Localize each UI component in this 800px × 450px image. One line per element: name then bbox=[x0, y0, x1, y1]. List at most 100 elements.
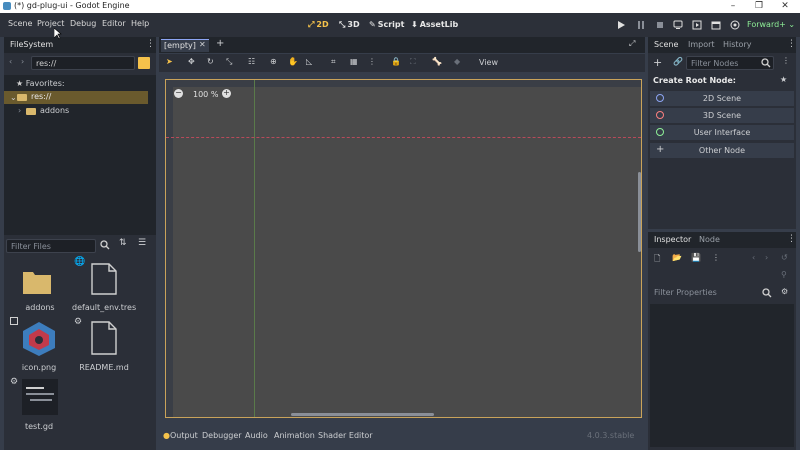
view-menu[interactable]: View bbox=[479, 58, 498, 67]
file-item-default-env[interactable]: 🌐 default_env.tres bbox=[72, 257, 136, 312]
file-item-readme[interactable]: ⚙ README.md bbox=[74, 317, 134, 372]
workspace-assetlib-button[interactable]: ⬇ AssetLib bbox=[411, 20, 458, 29]
new-resource-icon[interactable]: 🗋 bbox=[654, 253, 660, 267]
ruler-tool-icon[interactable]: ◺ bbox=[306, 57, 312, 66]
pan-tool-icon[interactable]: ✋ bbox=[288, 57, 298, 66]
inspector-content bbox=[650, 304, 794, 447]
history-icon[interactable]: ↺ bbox=[781, 253, 788, 262]
resource-menu-icon[interactable]: ⋮ bbox=[712, 253, 720, 262]
zoom-level[interactable]: 100 % bbox=[193, 90, 218, 99]
kebab-menu-icon[interactable]: ⋮ bbox=[146, 39, 155, 49]
search-icon[interactable] bbox=[100, 240, 110, 250]
scale-tool-icon[interactable]: ⤡ bbox=[226, 57, 232, 67]
zoom-in-button[interactable]: + bbox=[222, 89, 231, 98]
path-field[interactable]: res:// bbox=[31, 56, 135, 70]
create-3d-scene-button[interactable]: 3D Scene bbox=[650, 108, 794, 123]
movie-maker-button[interactable] bbox=[729, 19, 741, 31]
pause-button[interactable] bbox=[635, 19, 647, 31]
file-item-icon-png[interactable]: icon.png bbox=[10, 317, 64, 372]
audio-tab[interactable]: Audio bbox=[245, 431, 268, 440]
favorites-row[interactable]: ★ Favorites: bbox=[16, 79, 65, 88]
run-custom-scene-button[interactable] bbox=[710, 19, 722, 31]
history-back-icon[interactable]: ‹ bbox=[752, 253, 755, 262]
favorite-star-icon[interactable]: ★ bbox=[780, 75, 787, 84]
filter-files-input[interactable]: Filter Files bbox=[6, 239, 96, 253]
minimize-button[interactable]: – bbox=[720, 0, 746, 13]
remote-debug-button[interactable] bbox=[672, 19, 684, 31]
menu-help[interactable]: Help bbox=[131, 19, 149, 28]
create-other-node-button[interactable]: + Other Node bbox=[650, 143, 794, 158]
maximize-button[interactable]: ❐ bbox=[746, 0, 772, 13]
grid-snap-icon[interactable]: ▦ bbox=[350, 57, 358, 66]
menu-project[interactable]: Project bbox=[37, 19, 64, 28]
folder-icon bbox=[17, 94, 27, 101]
pivot-tool-icon[interactable]: ⊕ bbox=[270, 57, 277, 66]
scene-tab-empty[interactable]: [empty] ✕ bbox=[161, 39, 209, 52]
split-mode-icon[interactable] bbox=[138, 57, 150, 69]
list-view-icon[interactable]: ☰ bbox=[138, 238, 146, 248]
create-2d-scene-button[interactable]: 2D Scene bbox=[650, 91, 794, 106]
menu-debug[interactable]: Debug bbox=[70, 19, 96, 28]
file-icon bbox=[91, 263, 117, 295]
horizontal-scrollbar[interactable] bbox=[291, 413, 434, 416]
vertical-scrollbar[interactable] bbox=[638, 172, 641, 252]
filter-properties-input[interactable]: Filter Properties bbox=[650, 286, 774, 300]
add-node-icon[interactable]: + bbox=[653, 56, 662, 69]
scene-menu-icon[interactable]: ⋮ bbox=[782, 56, 790, 65]
close-window-button[interactable]: ✕ bbox=[772, 0, 798, 13]
window-title-bar: (*) gd-plug-ui - Godot Engine – ❐ ✕ bbox=[0, 0, 800, 13]
stop-button[interactable] bbox=[654, 19, 666, 31]
zoom-out-button[interactable]: − bbox=[174, 89, 183, 98]
create-user-interface-button[interactable]: User Interface bbox=[650, 125, 794, 140]
group-icon[interactable]: ⛶ bbox=[410, 57, 416, 67]
output-tab[interactable]: ●Output bbox=[163, 431, 198, 440]
menu-editor[interactable]: Editor bbox=[102, 19, 126, 28]
select-tool-icon[interactable]: ➤ bbox=[166, 57, 173, 66]
canvas-viewport[interactable]: − 100 % + bbox=[165, 79, 642, 418]
debugger-tab[interactable]: Debugger bbox=[202, 431, 242, 440]
tab-history[interactable]: History bbox=[723, 40, 751, 49]
animation-tab[interactable]: Animation bbox=[274, 431, 315, 440]
link-icon[interactable]: 🔗 bbox=[673, 57, 683, 66]
file-item-addons[interactable]: addons bbox=[22, 267, 58, 312]
shader-editor-tab[interactable]: Shader Editor bbox=[318, 431, 373, 440]
node-icon[interactable]: ⚲ bbox=[781, 270, 787, 279]
run-current-scene-button[interactable] bbox=[691, 19, 703, 31]
add-tab-icon[interactable]: + bbox=[216, 38, 224, 49]
warning-dot-icon: ● bbox=[163, 431, 170, 440]
distraction-free-icon[interactable]: ⤢ bbox=[629, 39, 635, 49]
list-select-icon[interactable]: ☷ bbox=[248, 57, 255, 66]
open-resource-icon[interactable]: 📂 bbox=[672, 253, 682, 262]
close-tab-icon[interactable]: ✕ bbox=[199, 40, 206, 49]
workspace-2d-button[interactable]: ⤢ 2D bbox=[308, 20, 329, 30]
skeleton-icon[interactable]: ◆ bbox=[454, 57, 460, 66]
move-tool-icon[interactable]: ✥ bbox=[188, 57, 195, 66]
workspace-3d-button[interactable]: ⤡ 3D bbox=[339, 20, 360, 30]
history-forward-icon[interactable]: › bbox=[765, 253, 768, 262]
tree-item-addons[interactable]: › addons bbox=[4, 105, 148, 118]
forward-arrow-icon[interactable]: › bbox=[21, 57, 24, 66]
run-project-button[interactable] bbox=[615, 19, 627, 31]
sort-icon[interactable]: ⇅ bbox=[119, 238, 127, 248]
kebab-menu-icon[interactable]: ⋮ bbox=[787, 234, 796, 244]
rotate-tool-icon[interactable]: ↻ bbox=[207, 57, 214, 66]
tab-node[interactable]: Node bbox=[699, 235, 720, 244]
smart-snap-icon[interactable]: ⌗ bbox=[331, 57, 336, 67]
inspector-tabs: Inspector Node ⋮ bbox=[648, 232, 796, 248]
property-options-icon[interactable]: ⚙ bbox=[781, 287, 788, 296]
tab-import[interactable]: Import bbox=[688, 40, 715, 49]
save-resource-icon[interactable]: 💾 bbox=[691, 253, 701, 262]
file-item-test-gd[interactable]: ⚙ test.gd bbox=[10, 377, 64, 431]
create-root-label: Create Root Node: bbox=[653, 76, 736, 85]
tab-inspector[interactable]: Inspector bbox=[654, 235, 691, 244]
snap-options-icon[interactable]: ⋮ bbox=[368, 57, 376, 66]
bone-icon[interactable]: 🦴 bbox=[432, 57, 442, 66]
workspace-script-button[interactable]: ✎ Script bbox=[369, 20, 404, 29]
menu-scene[interactable]: Scene bbox=[8, 19, 32, 28]
tab-scene[interactable]: Scene bbox=[654, 40, 678, 49]
back-arrow-icon[interactable]: ‹ bbox=[9, 57, 12, 66]
lock-icon[interactable]: 🔒 bbox=[391, 57, 401, 66]
kebab-menu-icon[interactable]: ⋮ bbox=[787, 39, 796, 49]
tree-item-res[interactable]: ⌄ res:// bbox=[4, 91, 148, 104]
renderer-selector[interactable]: Forward+ ⌄ bbox=[747, 20, 795, 29]
